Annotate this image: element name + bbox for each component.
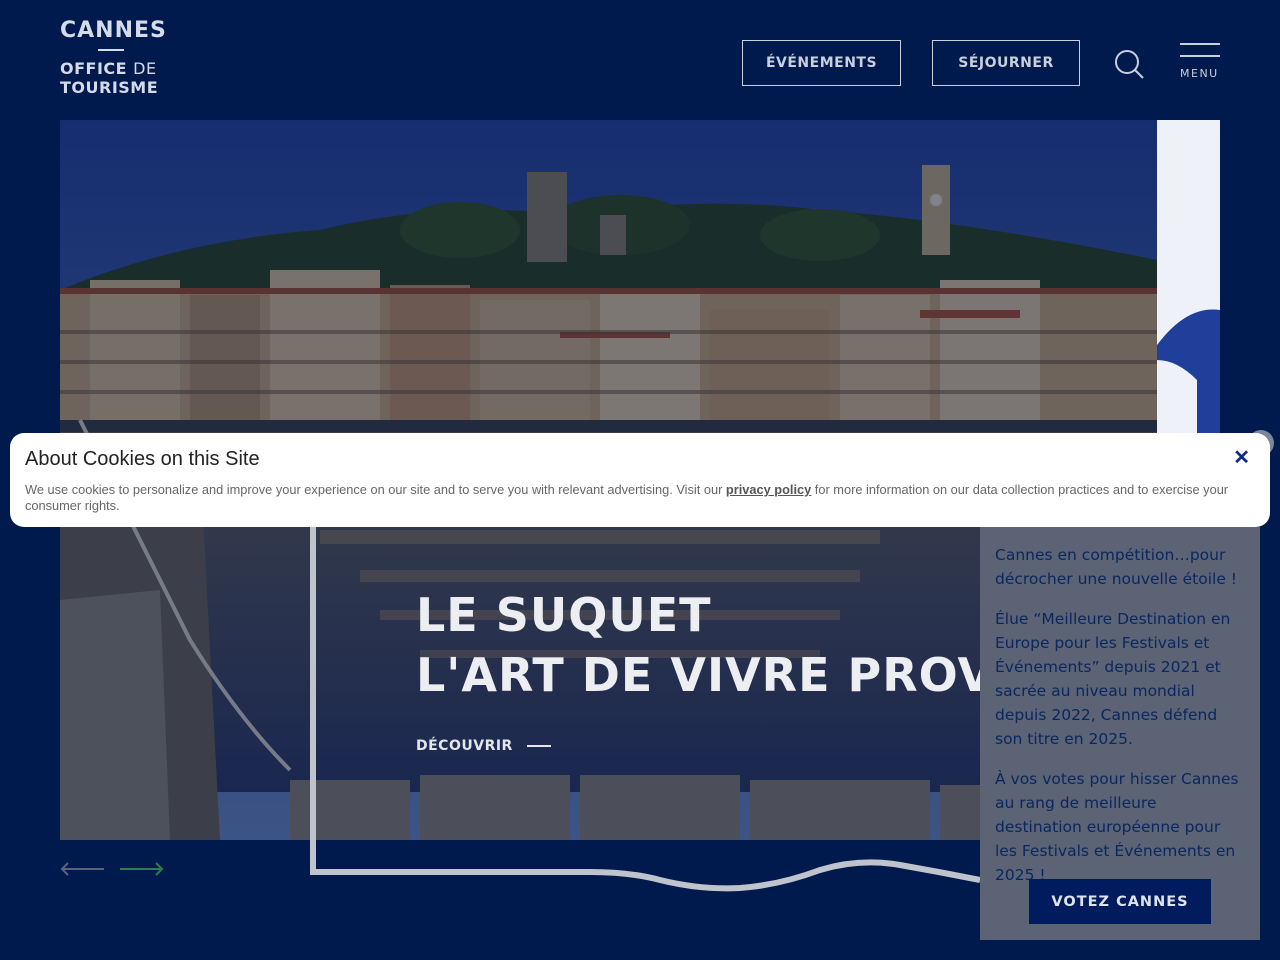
logo-de: DE	[133, 59, 157, 78]
hamburger-icon	[1180, 43, 1220, 45]
menu-label: MENU	[1180, 67, 1219, 80]
discover-label: DÉCOUVRIR	[416, 738, 513, 754]
close-icon[interactable]: ✕	[1233, 447, 1250, 469]
menu-button[interactable]: MENU	[1180, 43, 1220, 80]
site-logo[interactable]: CANNES OFFICE DE TOURISME	[60, 18, 170, 97]
logo-divider	[98, 49, 124, 51]
carousel-arrows	[60, 862, 164, 876]
cookie-text: We use cookies to personalize and improv…	[25, 482, 1255, 514]
vote-text-2: Élue “Meilleure Destination en Europe po…	[995, 610, 1231, 748]
search-icon[interactable]	[1113, 48, 1145, 80]
logo-tourisme: TOURISME	[60, 78, 159, 97]
hero-title-line2: L'ART DE VIVRE PROVE	[416, 648, 980, 702]
vote-text-1: Cannes en compétition…pour décrocher une…	[995, 546, 1238, 588]
stay-button[interactable]: SÉJOURNER	[932, 40, 1080, 86]
events-button[interactable]: ÉVÉNEMENTS	[742, 40, 901, 86]
hero-title: LE SUQUET L'ART DE VIVRE PROVE	[416, 585, 980, 705]
arrow-left-icon[interactable]	[60, 862, 104, 876]
hamburger-line	[1180, 55, 1220, 57]
logo-office-de: OFFICE DE	[60, 59, 170, 78]
cookie-banner: About Cookies on this Site We use cookie…	[10, 433, 1270, 527]
privacy-policy-link[interactable]: privacy policy	[726, 482, 811, 497]
discover-link[interactable]: DÉCOUVRIR	[416, 738, 551, 754]
cookie-text-before: We use cookies to personalize and improv…	[25, 482, 726, 497]
arrow-right-icon[interactable]	[120, 862, 164, 876]
vote-text-3: À vos votes pour hisser Cannes au rang d…	[995, 770, 1239, 884]
vote-panel: Cannes en compétition…pour décrocher une…	[980, 527, 1260, 940]
decor-frame	[310, 520, 981, 892]
cookie-title: About Cookies on this Site	[25, 448, 260, 470]
dash-icon	[526, 745, 551, 747]
logo-office: OFFICE	[60, 59, 128, 78]
logo-cannes: CANNES	[60, 18, 167, 43]
hero-title-line1: LE SUQUET	[416, 588, 712, 642]
vote-cannes-button[interactable]: VOTEZ CANNES	[1029, 879, 1211, 924]
